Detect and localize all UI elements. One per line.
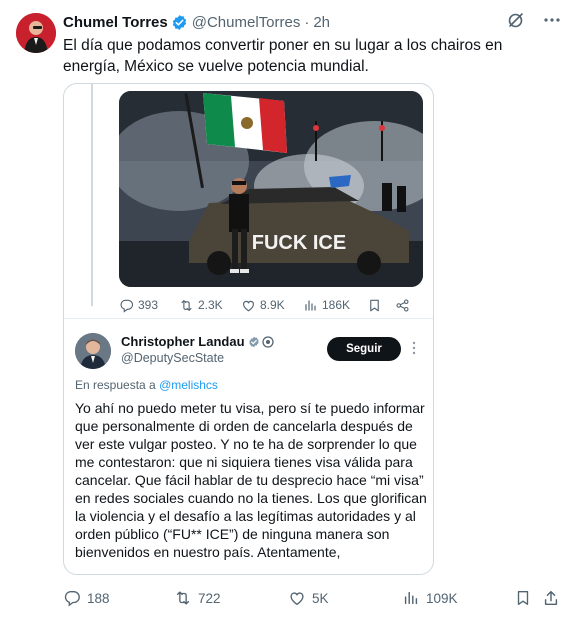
quoted-author-name: Christopher Landau	[121, 334, 245, 349]
author-handle[interactable]: @ChumelTorres	[192, 14, 301, 31]
quoted-repost-count: 2.3K	[198, 298, 223, 312]
reply-count: 188	[87, 590, 110, 606]
share-icon	[396, 299, 409, 311]
quoted-like-count: 8.9K	[260, 298, 285, 312]
quoted-views-stat[interactable]: 186K	[303, 298, 367, 313]
follow-button[interactable]: Seguir	[327, 337, 401, 361]
like-button[interactable]: 5K	[288, 588, 329, 608]
graffiti-text: FUCK ICE	[252, 232, 346, 254]
thread-line	[91, 84, 93, 306]
quoted-photo[interactable]: FUCK ICE	[119, 91, 423, 287]
bookmark-icon	[370, 299, 379, 311]
views-count: 109K	[426, 590, 458, 606]
quoted-like-stat[interactable]: 8.9K	[241, 298, 303, 313]
quoted-repost-stat[interactable]: 2.3K	[179, 298, 241, 313]
government-seal-icon	[261, 335, 274, 348]
views-icon	[404, 591, 418, 605]
grok-icon[interactable]	[506, 10, 526, 30]
author-avatar[interactable]	[16, 13, 56, 53]
repost-button[interactable]: 722	[174, 588, 221, 608]
reply-context: En respuesta a @melishcs	[75, 378, 218, 392]
bookmark-button[interactable]	[514, 588, 532, 608]
like-icon	[243, 300, 254, 311]
reply-icon	[120, 299, 134, 313]
tweet-header: Chumel Torres @ChumelTorres · 2h	[63, 12, 330, 32]
reply-button[interactable]: 188	[63, 588, 110, 608]
views-button[interactable]: 109K	[402, 588, 458, 608]
tweet-time[interactable]: 2h	[313, 14, 330, 31]
reply-mention-link[interactable]: @melishcs	[159, 378, 218, 392]
verified-badge-icon	[248, 336, 260, 348]
separator-dot: ·	[304, 13, 310, 31]
quoted-share-button[interactable]	[395, 298, 419, 313]
quoted-views-count: 186K	[322, 298, 351, 312]
repost-icon	[181, 299, 192, 311]
more-icon[interactable]	[542, 10, 562, 30]
quoted-reply-stat[interactable]: 393	[119, 298, 179, 313]
quoted-author-avatar[interactable]	[75, 333, 111, 369]
share-button[interactable]	[542, 588, 560, 608]
like-count: 5K	[312, 590, 329, 606]
tweet[interactable]: Chumel Torres @ChumelTorres · 2h El día …	[0, 0, 576, 620]
reply-prefix: En respuesta a	[75, 378, 156, 392]
quoted-author-name-row[interactable]: Christopher Landau	[121, 334, 274, 349]
repost-icon	[176, 591, 190, 605]
quoted-engagement-bar: 393 2.3K 8.9K 186K	[119, 296, 419, 314]
quoted-bookmark-button[interactable]	[367, 298, 395, 313]
views-icon	[305, 299, 316, 311]
like-icon	[290, 592, 304, 606]
quoted-author-handle[interactable]: @DeputySecState	[121, 351, 224, 365]
quoted-tweet[interactable]: FUCK ICE 393 2.3K 8.9K 186K Christopher …	[63, 83, 434, 575]
verified-badge-icon	[171, 14, 188, 31]
bookmark-icon	[517, 591, 529, 605]
share-icon	[544, 590, 558, 606]
engagement-bar: 188 722 5K 109K	[63, 588, 563, 608]
divider	[64, 318, 433, 319]
tweet-text: El día que podamos convertir poner en su…	[63, 37, 503, 75]
quoted-more-icon[interactable]	[409, 340, 419, 356]
quoted-reply-count: 393	[138, 298, 159, 312]
repost-count: 722	[198, 590, 221, 606]
author-name[interactable]: Chumel Torres	[63, 14, 168, 31]
quoted-tweet-text: Yo ahí no puedo meter tu visa, pero sí t…	[75, 400, 427, 560]
reply-icon	[64, 591, 80, 607]
